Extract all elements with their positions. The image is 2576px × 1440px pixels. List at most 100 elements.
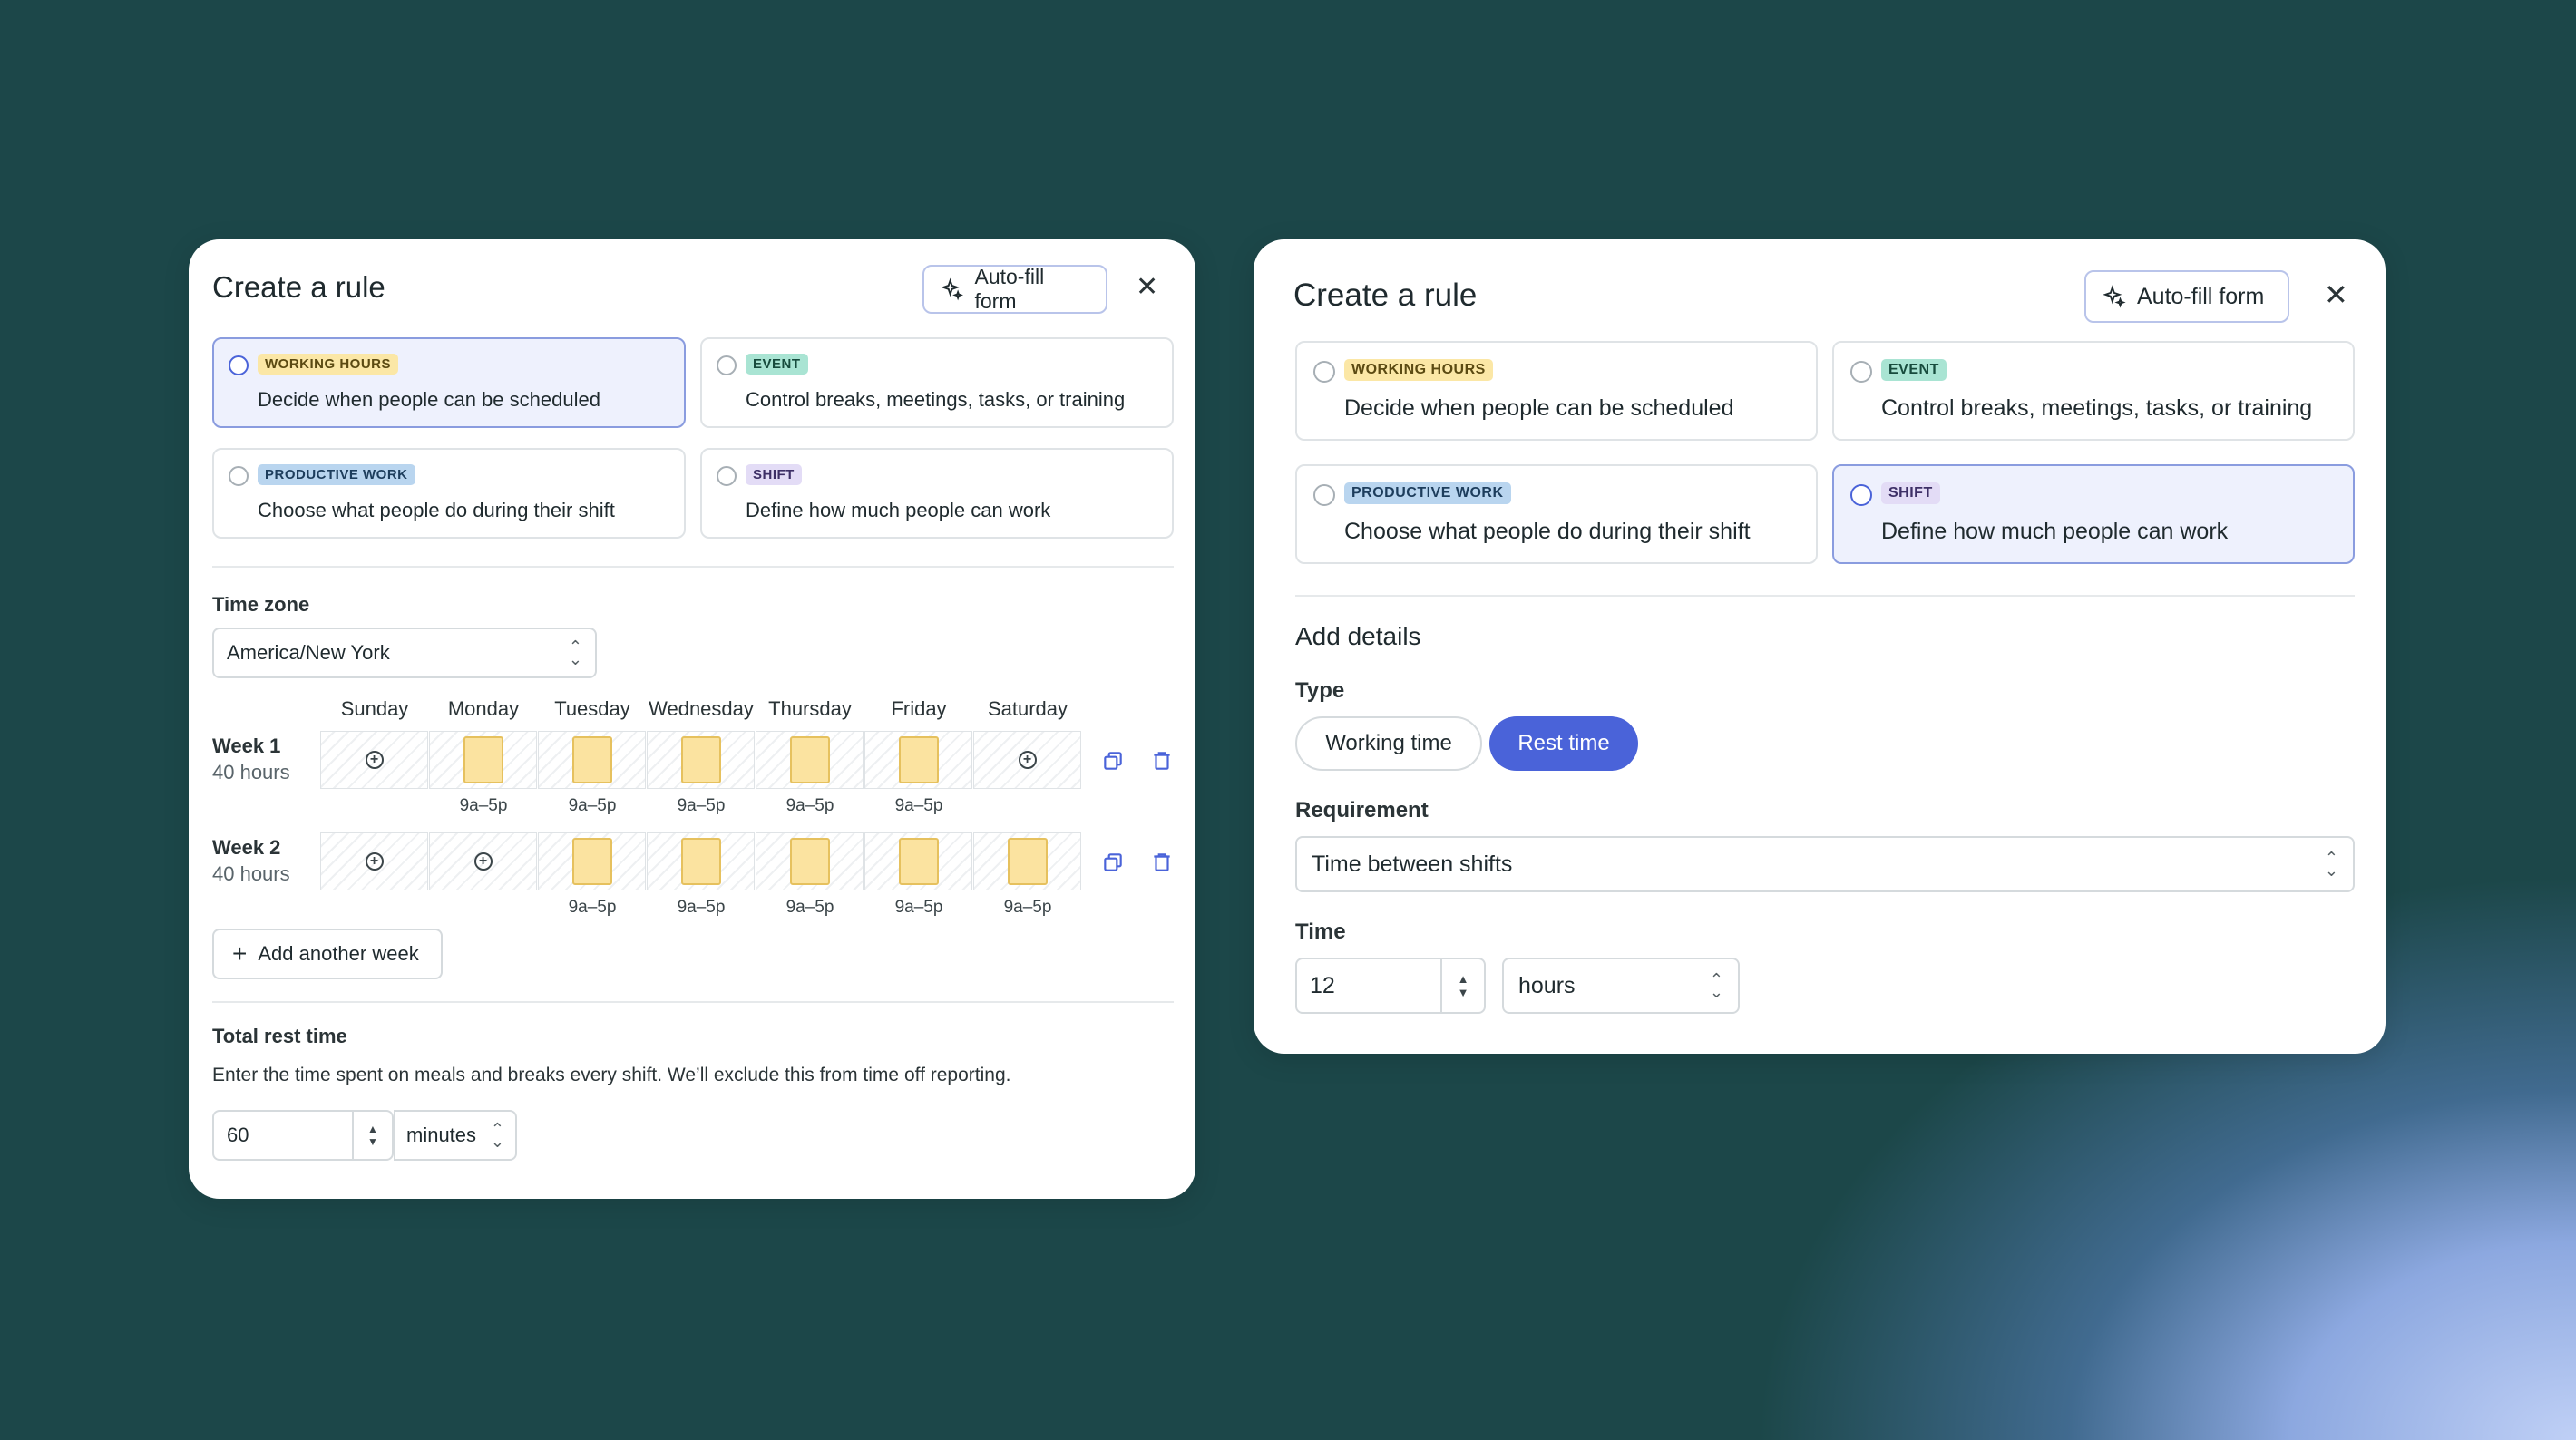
day-cell[interactable] (647, 731, 755, 789)
trash-icon[interactable] (1150, 749, 1174, 773)
autofill-label: Auto-fill form (2137, 283, 2265, 309)
shift-block[interactable] (572, 736, 612, 783)
shift-block[interactable] (572, 838, 612, 885)
radio-working-hours[interactable] (229, 355, 249, 375)
day-cell[interactable]: + (320, 731, 428, 789)
trash-icon[interactable] (1150, 851, 1174, 874)
week-hours: 40 hours (212, 761, 290, 783)
timezone-select[interactable]: America/New York ⌃ ⌄ (212, 628, 597, 678)
day-cell[interactable] (864, 731, 972, 789)
stepper-arrows-icon[interactable]: ▲ ▼ (352, 1112, 392, 1159)
sparkle-icon (2103, 285, 2126, 308)
option-description: Choose what people do during their shift (258, 499, 615, 521)
option-shift[interactable]: SHIFT Define how much people can work (1832, 464, 2355, 564)
close-icon[interactable]: ✕ (1136, 274, 1158, 301)
add-circle-icon[interactable]: + (473, 852, 493, 871)
day-cell[interactable] (973, 832, 1081, 890)
week-hours: 40 hours (212, 862, 290, 885)
close-icon[interactable]: ✕ (2324, 280, 2348, 309)
week-label: Week 2 (212, 836, 281, 859)
day-header: Monday (447, 697, 520, 720)
add-circle-icon[interactable]: + (365, 751, 384, 769)
add-week-label: Add another week (258, 942, 419, 965)
shift-time-label: 9a–5p (677, 898, 726, 917)
day-header: Friday (891, 697, 947, 720)
shift-time-label: 9a–5p (785, 898, 834, 917)
shift-time-label: 9a–5p (568, 796, 617, 815)
shift-block[interactable] (1008, 838, 1048, 885)
badge-productive-work: PRODUCTIVE WORK (258, 464, 415, 485)
badge-event: EVENT (1881, 359, 1947, 381)
day-cell[interactable] (538, 832, 646, 890)
type-working-time-button[interactable]: Working time (1295, 716, 1482, 771)
time-unit-select[interactable]: hours ⌃ ⌄ (1502, 958, 1740, 1014)
radio-productive-work[interactable] (229, 466, 249, 486)
option-working-hours[interactable]: WORKING HOURS Decide when people can be … (212, 337, 686, 428)
option-description: Control breaks, meetings, tasks, or trai… (1881, 395, 2313, 421)
add-week-button[interactable]: + Add another week (212, 929, 443, 979)
option-productive-work[interactable]: PRODUCTIVE WORK Choose what people do du… (212, 448, 686, 539)
plus-icon: + (232, 939, 248, 968)
badge-event: EVENT (746, 354, 808, 375)
day-header: Tuesday (554, 697, 630, 720)
copy-week-icon[interactable] (1101, 749, 1125, 773)
rest-unit-select[interactable]: minutes ⌃ ⌄ (394, 1110, 517, 1161)
day-header: Wednesday (649, 697, 754, 720)
option-event[interactable]: EVENT Control breaks, meetings, tasks, o… (1832, 341, 2355, 441)
radio-working-hours[interactable] (1313, 361, 1335, 383)
create-rule-dialog-working-hours: Create a rule Auto-fill form ✕ WORKING H… (189, 239, 1195, 1199)
time-unit-value: hours (1518, 972, 1576, 998)
shift-time-label: 9a–5p (568, 898, 617, 917)
day-cell[interactable]: + (429, 832, 537, 890)
shift-time-label: 9a–5p (1003, 898, 1052, 917)
option-working-hours[interactable]: WORKING HOURS Decide when people can be … (1295, 341, 1818, 441)
copy-week-icon[interactable] (1101, 851, 1125, 874)
day-cell[interactable] (864, 832, 972, 890)
dialog-title: Create a rule (1293, 277, 1478, 313)
day-cell[interactable] (647, 832, 755, 890)
radio-shift[interactable] (717, 466, 737, 486)
time-stepper[interactable]: 12 ▲ ▼ (1295, 958, 1486, 1014)
day-cell[interactable]: + (320, 832, 428, 890)
autofill-button[interactable]: Auto-fill form (922, 265, 1107, 314)
stepper-arrows-icon[interactable]: ▲ ▼ (1440, 959, 1484, 1012)
day-cell[interactable] (429, 731, 537, 789)
type-rest-time-button[interactable]: Rest time (1489, 716, 1638, 771)
day-cell[interactable] (538, 731, 646, 789)
autofill-label: Auto-fill form (974, 265, 1045, 313)
shift-block[interactable] (899, 838, 939, 885)
shift-block[interactable] (681, 838, 721, 885)
radio-productive-work[interactable] (1313, 484, 1335, 506)
requirement-label: Requirement (1295, 798, 1429, 822)
day-cell[interactable]: + (973, 731, 1081, 789)
add-circle-icon[interactable]: + (365, 852, 384, 871)
week-label: Week 1 (212, 735, 281, 757)
add-circle-icon[interactable]: + (1018, 751, 1037, 769)
shift-block[interactable] (463, 736, 503, 783)
shift-block[interactable] (790, 838, 830, 885)
requirement-select[interactable]: Time between shifts ⌃ ⌄ (1295, 836, 2355, 892)
shift-block[interactable] (899, 736, 939, 783)
radio-event[interactable] (1850, 361, 1872, 383)
rest-time-input[interactable]: 60 (214, 1112, 352, 1159)
day-cell[interactable] (756, 731, 864, 789)
chevron-updown-icon: ⌃ ⌄ (1709, 969, 1723, 1001)
option-event[interactable]: EVENT Control breaks, meetings, tasks, o… (700, 337, 1174, 428)
chevron-updown-icon: ⌃ ⌄ (2324, 848, 2338, 880)
radio-shift[interactable] (1850, 484, 1872, 506)
shift-time-label: 9a–5p (677, 796, 726, 815)
rest-time-stepper[interactable]: 60 ▲ ▼ (212, 1110, 394, 1161)
radio-event[interactable] (717, 355, 737, 375)
day-cell[interactable] (756, 832, 864, 890)
shift-block[interactable] (681, 736, 721, 783)
autofill-button[interactable]: Auto-fill form (2084, 270, 2289, 323)
divider (212, 1001, 1174, 1003)
rest-time-description: Enter the time spent on meals and breaks… (212, 1065, 1011, 1085)
option-description: Control breaks, meetings, tasks, or trai… (746, 388, 1126, 411)
shift-block[interactable] (790, 736, 830, 783)
option-description: Decide when people can be scheduled (1344, 395, 1734, 421)
shift-time-label: 9a–5p (459, 796, 508, 815)
option-productive-work[interactable]: PRODUCTIVE WORK Choose what people do du… (1295, 464, 1818, 564)
option-shift[interactable]: SHIFT Define how much people can work (700, 448, 1174, 539)
time-input[interactable]: 12 (1297, 959, 1440, 1012)
